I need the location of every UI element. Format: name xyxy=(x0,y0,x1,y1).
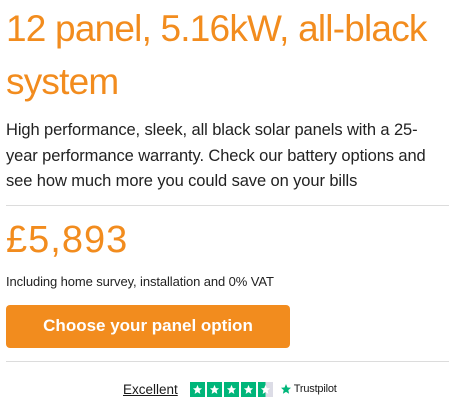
divider xyxy=(6,204,449,206)
star-icon xyxy=(206,381,222,397)
product-title: 12 panel, 5.16kW, all-black system xyxy=(6,8,427,102)
trustpilot-widget[interactable]: Excellent Trustpilot xyxy=(123,380,337,398)
star-icon xyxy=(189,381,205,397)
trustpilot-rating-label[interactable]: Excellent xyxy=(123,382,178,397)
choose-panel-option-button[interactable]: Choose your panel option xyxy=(6,304,290,348)
product-description: High performance, sleek, all black solar… xyxy=(6,121,426,190)
trustpilot-brand-text: Trustpilot xyxy=(293,383,337,395)
trustpilot-logo[interactable]: Trustpilot xyxy=(280,383,337,395)
divider xyxy=(6,360,449,362)
star-icon xyxy=(240,381,256,397)
product-price: £5,893 xyxy=(6,218,129,261)
star-icon xyxy=(223,381,239,397)
product-card: 12 panel, 5.16kW, all-black system High … xyxy=(6,0,449,362)
price-note: Including home survey, installation and … xyxy=(6,273,274,289)
half-star-icon xyxy=(257,381,273,397)
trustpilot-star-icon xyxy=(280,384,291,394)
trustpilot-stars xyxy=(189,381,273,397)
